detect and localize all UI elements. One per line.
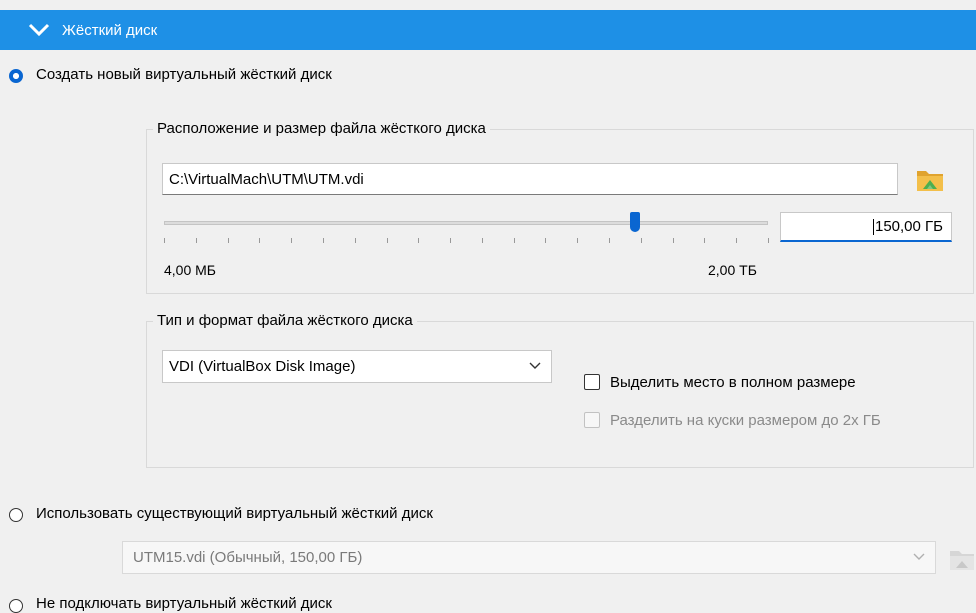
chevron-down-icon: [529, 362, 541, 369]
size-slider-thumb[interactable]: [630, 212, 640, 232]
folder-icon[interactable]: [946, 542, 976, 574]
slider-tick: [768, 238, 769, 243]
existing-disk-select[interactable]: UTM15.vdi (Обычный, 150,00 ГБ): [122, 541, 936, 574]
split-checkbox[interactable]: [584, 412, 600, 428]
disk-format-select[interactable]: VDI (VirtualBox Disk Image): [162, 350, 552, 383]
disk-path-input[interactable]: C:\VirtualMach\UTM\UTM.vdi: [162, 163, 898, 195]
slider-tick: [323, 238, 324, 243]
text-caret: [872, 218, 874, 235]
min-size-label: 4,00 МБ: [164, 262, 216, 278]
slider-tick: [673, 238, 674, 243]
no-disk-radio[interactable]: [9, 599, 23, 613]
slider-tick: [291, 238, 292, 243]
slider-tick: [545, 238, 546, 243]
slider-tick: [387, 238, 388, 243]
create-new-label: Создать новый виртуальный жёсткий диск: [36, 66, 332, 83]
chevron-down-icon: [913, 553, 925, 560]
create-new-radio[interactable]: [9, 69, 23, 83]
location-size-group-title: Расположение и размер файла жёсткого дис…: [153, 120, 490, 137]
type-format-group-title: Тип и формат файла жёсткого диска: [153, 312, 417, 329]
size-slider-track[interactable]: [164, 221, 768, 225]
slider-tick: [164, 238, 165, 243]
preallocate-label: Выделить место в полном размере: [610, 374, 856, 391]
section-title: Жёсткий диск: [62, 21, 158, 39]
use-existing-radio[interactable]: [9, 508, 23, 522]
size-slider-ticks: [164, 238, 769, 244]
folder-icon[interactable]: [914, 163, 946, 195]
slider-tick: [514, 238, 515, 243]
slider-tick: [704, 238, 705, 243]
slider-tick: [196, 238, 197, 243]
slider-tick: [418, 238, 419, 243]
slider-tick: [259, 238, 260, 243]
slider-tick: [577, 238, 578, 243]
slider-tick: [228, 238, 229, 243]
slider-tick: [609, 238, 610, 243]
preallocate-checkbox[interactable]: [584, 374, 600, 390]
existing-disk-selected: UTM15.vdi (Обычный, 150,00 ГБ): [133, 549, 363, 566]
disk-size-input[interactable]: 150,00 ГБ: [780, 212, 952, 242]
slider-tick: [641, 238, 642, 243]
use-existing-label: Использовать существующий виртуальный жё…: [36, 505, 433, 522]
type-format-group: [146, 321, 974, 468]
disk-format-selected: VDI (VirtualBox Disk Image): [169, 358, 356, 375]
slider-tick: [482, 238, 483, 243]
max-size-label: 2,00 ТБ: [708, 262, 757, 278]
split-label: Разделить на куски размером до 2х ГБ: [610, 412, 881, 429]
chevron-down-icon: [28, 23, 50, 37]
slider-tick: [355, 238, 356, 243]
no-disk-label: Не подключать виртуальный жёсткий диск: [36, 595, 332, 612]
disk-size-value: 150,00 ГБ: [874, 218, 943, 235]
slider-tick: [736, 238, 737, 243]
section-header[interactable]: Жёсткий диск: [0, 10, 976, 50]
slider-tick: [450, 238, 451, 243]
